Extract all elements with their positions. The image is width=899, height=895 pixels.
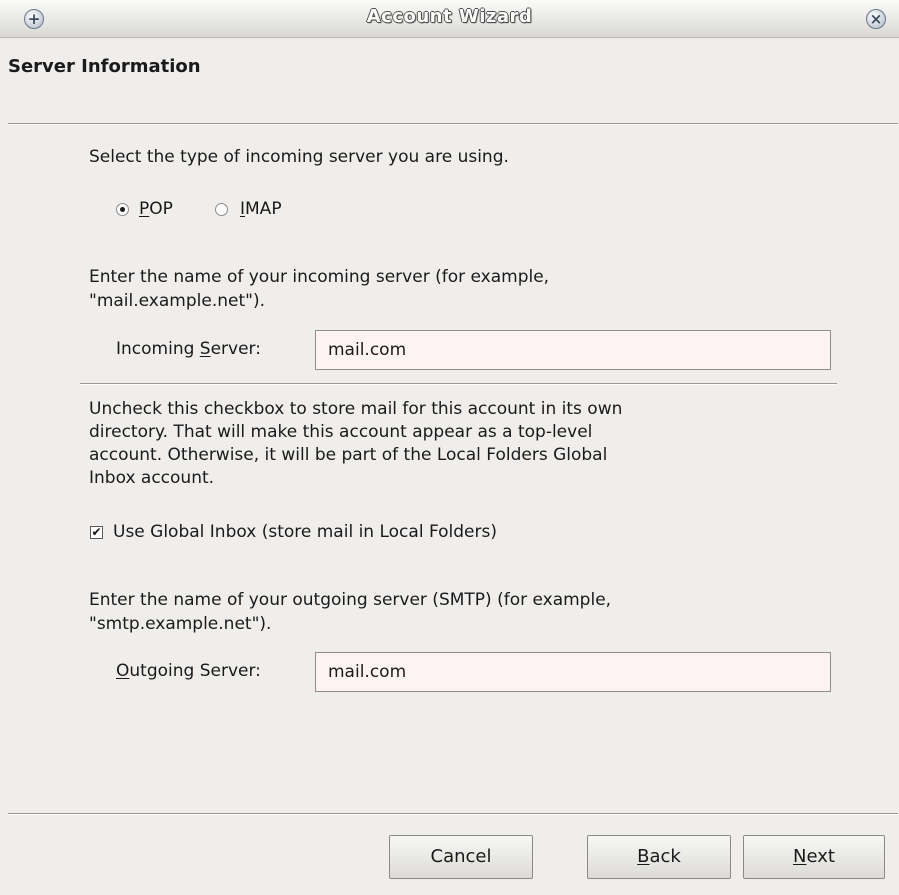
server-type-prompt: Select the type of incoming server you a…: [89, 147, 509, 167]
radio-pop[interactable]: POP: [116, 199, 173, 219]
global-inbox-checkbox-row[interactable]: ✔ Use Global Inbox (store mail in Local …: [90, 522, 497, 542]
header-divider: [8, 123, 898, 125]
close-icon[interactable]: ×: [866, 9, 886, 29]
global-inbox-description: Uncheck this checkbox to store mail for …: [89, 399, 623, 488]
incoming-server-label: Incoming Server:: [116, 339, 261, 359]
radio-imap-indicator[interactable]: [215, 202, 228, 216]
footer-divider: [8, 813, 898, 815]
page-title: Server Information: [8, 56, 201, 77]
next-button[interactable]: Next: [743, 835, 885, 879]
outgoing-server-prompt-line2: "smtp.example.net").: [89, 614, 272, 634]
back-button[interactable]: Back: [587, 835, 731, 879]
radio-pop-indicator[interactable]: [116, 202, 129, 216]
radio-pop-label: POP: [139, 199, 173, 219]
radio-imap[interactable]: IMAP: [215, 199, 282, 219]
section-divider: [80, 383, 837, 385]
global-inbox-checkbox[interactable]: ✔: [90, 525, 103, 539]
window-title: Account Wizard: [366, 6, 533, 27]
incoming-server-input[interactable]: mail.com: [315, 330, 831, 370]
outgoing-server-prompt-line1: Enter the name of your outgoing server (…: [89, 590, 612, 610]
incoming-server-prompt-line2: "mail.example.net").: [89, 291, 265, 311]
outgoing-server-input[interactable]: mail.com: [315, 652, 831, 692]
incoming-server-prompt-line1: Enter the name of your incoming server (…: [89, 267, 550, 287]
outgoing-server-label: Outgoing Server:: [116, 661, 261, 681]
cancel-button[interactable]: Cancel: [389, 835, 533, 879]
window-titlebar: + Account Wizard ×: [0, 0, 899, 38]
radio-imap-label: IMAP: [240, 199, 282, 219]
global-inbox-checkbox-label: Use Global Inbox (store mail in Local Fo…: [113, 522, 497, 542]
